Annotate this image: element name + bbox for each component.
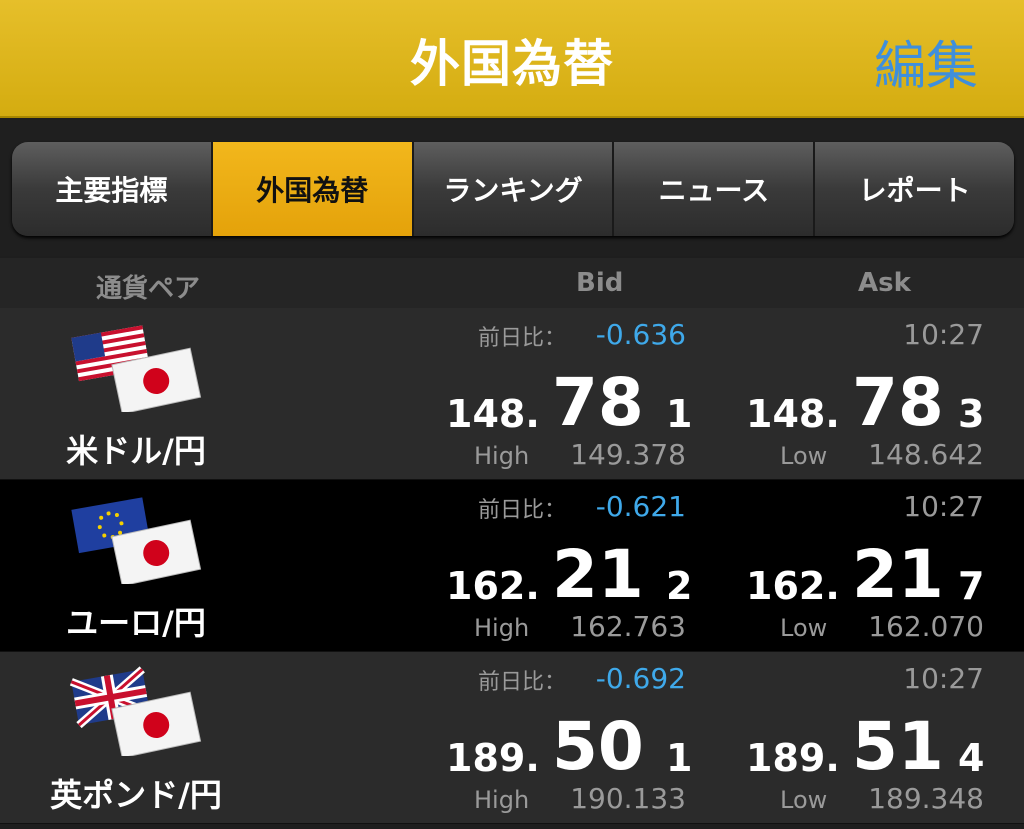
pair-name: ユーロ/円	[66, 604, 206, 642]
change-label: 前日比：	[478, 498, 567, 523]
update-time: 10:27	[903, 662, 984, 695]
low-value: 148.642	[868, 438, 984, 471]
low-label: Low	[780, 442, 828, 470]
high-label: High	[474, 786, 530, 814]
ask-price-fraction: 7	[958, 564, 985, 608]
bid-price-pips: 21	[552, 536, 644, 613]
segmented-control: 主要指標 外国為替 ランキング ニュース レポート	[12, 142, 1014, 236]
high-label: High	[474, 614, 530, 642]
edit-button[interactable]: 編集	[874, 24, 978, 99]
tab-bar: 主要指標 外国為替 ランキング ニュース レポート	[0, 120, 1024, 256]
us-jp-flags-icon	[71, 325, 202, 412]
tab-ranking[interactable]: ランキング	[414, 142, 615, 236]
tab-major-indicators[interactable]: 主要指標	[12, 142, 213, 236]
ask-price-pips: 51	[852, 708, 944, 785]
page-title: 外国為替	[410, 35, 614, 93]
bid-price-fraction: 1	[666, 392, 693, 436]
bid-price-pips: 78	[552, 364, 644, 441]
eu-jp-flags-icon	[71, 497, 202, 584]
bid-price-fraction: 2	[666, 564, 693, 608]
high-value: 162.763	[570, 610, 686, 643]
change-value: -0.621	[595, 490, 686, 523]
ask-price-prefix: 162.	[746, 564, 840, 608]
column-pair-label: 通貨ペア	[96, 274, 201, 304]
high-value: 190.133	[570, 782, 686, 815]
bid-price-prefix: 148.	[446, 392, 540, 436]
change-value: -0.692	[595, 662, 686, 695]
column-header: 通貨ペア Bid Ask	[0, 258, 1024, 308]
app-header: 外国為替 編集	[0, 0, 1024, 118]
ask-price-fraction: 4	[958, 736, 985, 780]
change-label: 前日比：	[478, 326, 567, 351]
ask-price-prefix: 189.	[746, 736, 840, 780]
pair-name: 英ポンド/円	[50, 776, 222, 814]
pair-name: 米ドル/円	[66, 432, 206, 470]
currency-row-usdjpy[interactable]: 米ドル/円 前日比： -0.636 10:27 148. 78 1 148. 7…	[0, 308, 1024, 480]
bid-price-prefix: 162.	[446, 564, 540, 608]
uk-jp-flags-icon	[69, 666, 202, 756]
ask-price-fraction: 3	[958, 392, 985, 436]
tab-forex[interactable]: 外国為替	[212, 142, 414, 236]
change-label: 前日比：	[478, 670, 567, 695]
ask-price-pips: 78	[852, 364, 944, 441]
tab-news[interactable]: ニュース	[614, 142, 816, 236]
tab-report[interactable]: レポート	[815, 142, 1014, 236]
currency-row-eurjpy[interactable]: ユーロ/円 前日比： -0.621 10:27 162. 21 2 162. 2…	[0, 480, 1024, 652]
currency-row-gbpjpy[interactable]: 英ポンド/円 前日比： -0.692 10:27 189. 50 1 189. …	[0, 652, 1024, 824]
change-value: -0.636	[595, 318, 686, 351]
update-time: 10:27	[903, 318, 984, 351]
low-label: Low	[780, 786, 828, 814]
bid-price-pips: 50	[552, 708, 644, 785]
ask-price-pips: 21	[852, 536, 944, 613]
low-value: 162.070	[868, 610, 984, 643]
ask-price-prefix: 148.	[746, 392, 840, 436]
low-label: Low	[780, 614, 828, 642]
column-bid-label: Bid	[576, 268, 624, 298]
high-label: High	[474, 442, 530, 470]
update-time: 10:27	[903, 490, 984, 523]
column-ask-label: Ask	[858, 268, 911, 298]
bid-price-fraction: 1	[666, 736, 693, 780]
high-value: 149.378	[570, 438, 686, 471]
bid-price-prefix: 189.	[446, 736, 540, 780]
low-value: 189.348	[868, 782, 984, 815]
